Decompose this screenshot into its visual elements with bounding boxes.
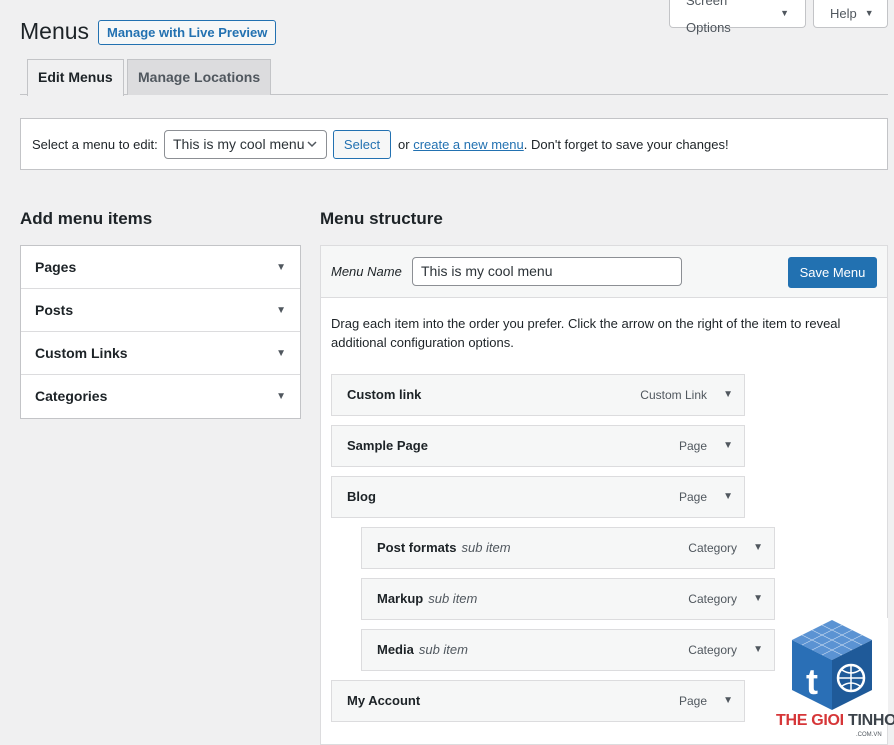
menu-item-type: Category: [688, 643, 737, 657]
manage-live-preview-button[interactable]: Manage with Live Preview: [98, 20, 277, 45]
help-label: Help: [830, 6, 857, 21]
screen-options-label: Screen Options: [686, 0, 731, 35]
menu-select-dropdown[interactable]: This is my cool menu: [164, 130, 327, 159]
menu-item-type: Page: [678, 694, 707, 708]
arrow-down-icon[interactable]: ▼: [276, 332, 286, 375]
accordion-label: Custom Links: [35, 345, 128, 361]
menu-name-label: Menu Name: [331, 264, 402, 279]
menu-structure-heading: Menu structure: [320, 209, 443, 228]
chevron-down-icon: [307, 141, 317, 148]
watermark-domain: .COM.VN: [856, 732, 882, 738]
menu-item-title: My Account: [347, 681, 420, 721]
accordion-posts[interactable]: Posts ▼: [21, 289, 300, 332]
create-menu-link[interactable]: create a new menu: [413, 137, 524, 152]
arrow-down-icon[interactable]: ▼: [723, 681, 733, 721]
watermark-logo: t THE GIOI TINHOC .COM.VN: [776, 618, 894, 742]
arrow-down-icon[interactable]: ▼: [276, 289, 286, 332]
watermark-brand-part1: THE GIOI: [776, 712, 848, 729]
arrow-down-icon[interactable]: ▼: [723, 426, 733, 466]
menu-item-label: Sample Page: [347, 438, 428, 453]
accordion-categories[interactable]: Categories ▼: [21, 375, 300, 418]
menu-item-sub[interactable]: Media sub item Category ▼: [361, 629, 775, 671]
menu-item-label: Media: [377, 642, 414, 657]
drag-instructions: Drag each item into the order you prefer…: [331, 316, 841, 350]
menu-item-type: Page: [678, 439, 707, 453]
menu-item-type: Page: [678, 490, 707, 504]
accordion-label: Pages: [35, 259, 77, 275]
menu-item-label: Custom link: [347, 387, 422, 402]
cube-logo-icon: t: [776, 618, 888, 714]
menu-item[interactable]: Custom link Custom Link ▼: [331, 374, 745, 416]
screen-options-button[interactable]: Screen Options ▼: [669, 0, 806, 35]
accordion-pages[interactable]: Pages ▼: [21, 246, 300, 289]
sub-item-label: sub item: [428, 591, 478, 606]
add-menu-items-heading: Add menu items: [20, 209, 153, 228]
select-menu-bar: Select a menu to edit: This is my cool m…: [20, 118, 888, 170]
menu-item-type: Custom Link: [640, 388, 707, 402]
menu-item-title: Post formats sub item: [377, 528, 511, 568]
menu-item-type: Category: [688, 541, 737, 555]
arrow-down-icon[interactable]: ▼: [753, 579, 763, 619]
menu-name-input[interactable]: This is my cool menu: [412, 257, 682, 286]
menu-item-label: Blog: [347, 489, 376, 504]
arrow-down-icon[interactable]: ▼: [753, 528, 763, 568]
menu-header: Menu Name This is my cool menu Save Menu: [321, 246, 887, 298]
add-items-accordion: Pages ▼ Posts ▼ Custom Links ▼ Categorie…: [20, 245, 301, 419]
menu-item-title: Markup sub item: [377, 579, 477, 619]
menu-item-title: Media sub item: [377, 630, 468, 670]
arrow-down-icon[interactable]: ▼: [723, 375, 733, 415]
arrow-down-icon[interactable]: ▼: [276, 375, 286, 418]
menu-item-sub[interactable]: Markup sub item Category ▼: [361, 578, 775, 620]
nav-tabs: Edit Menus Manage Locations: [20, 59, 888, 96]
arrow-down-icon[interactable]: ▼: [753, 630, 763, 670]
arrow-down-icon[interactable]: ▼: [276, 246, 286, 289]
or-text: or: [398, 137, 410, 152]
menu-item-title: Blog: [347, 477, 376, 517]
accordion-label: Categories: [35, 388, 108, 404]
sub-item-label: sub item: [461, 540, 511, 555]
tab-manage-locations[interactable]: Manage Locations: [127, 59, 272, 95]
menu-item[interactable]: Blog Page ▼: [331, 476, 745, 518]
watermark-brand-text: THE GIOI TINHOC: [776, 712, 894, 730]
menu-item-sub[interactable]: Post formats sub item Category ▼: [361, 527, 775, 569]
select-help-text: or create a new menu. Don't forget to sa…: [398, 137, 729, 152]
arrow-down-icon[interactable]: ▼: [723, 477, 733, 517]
menu-item-label: My Account: [347, 693, 421, 708]
save-reminder-text: . Don't forget to save your changes!: [523, 137, 729, 152]
menu-item-title: Sample Page: [347, 426, 428, 466]
tab-edit-menus[interactable]: Edit Menus: [27, 59, 124, 96]
page-title: Menus: [20, 18, 90, 44]
select-button[interactable]: Select: [333, 130, 391, 159]
menu-item[interactable]: My Account Page ▼: [331, 680, 745, 722]
accordion-label: Posts: [35, 302, 74, 318]
caret-down-icon: ▼: [864, 8, 874, 18]
menu-item-label: Post formats: [377, 540, 457, 555]
menu-item[interactable]: Sample Page Page ▼: [331, 425, 745, 467]
watermark-brand-part2: TINHOC: [847, 712, 894, 729]
caret-down-icon: ▼: [780, 8, 789, 18]
save-menu-button[interactable]: Save Menu: [788, 257, 877, 288]
accordion-custom-links[interactable]: Custom Links ▼: [21, 332, 300, 375]
svg-text:t: t: [806, 661, 818, 702]
menu-item-type: Category: [688, 592, 737, 606]
menu-select-value: This is my cool menu: [173, 136, 305, 152]
menu-item-title: Custom link: [347, 375, 421, 415]
menu-item-label: Markup: [377, 591, 424, 606]
help-button[interactable]: Help ▼: [813, 0, 888, 28]
sub-item-label: sub item: [418, 642, 468, 657]
select-menu-label: Select a menu to edit:: [32, 137, 158, 152]
